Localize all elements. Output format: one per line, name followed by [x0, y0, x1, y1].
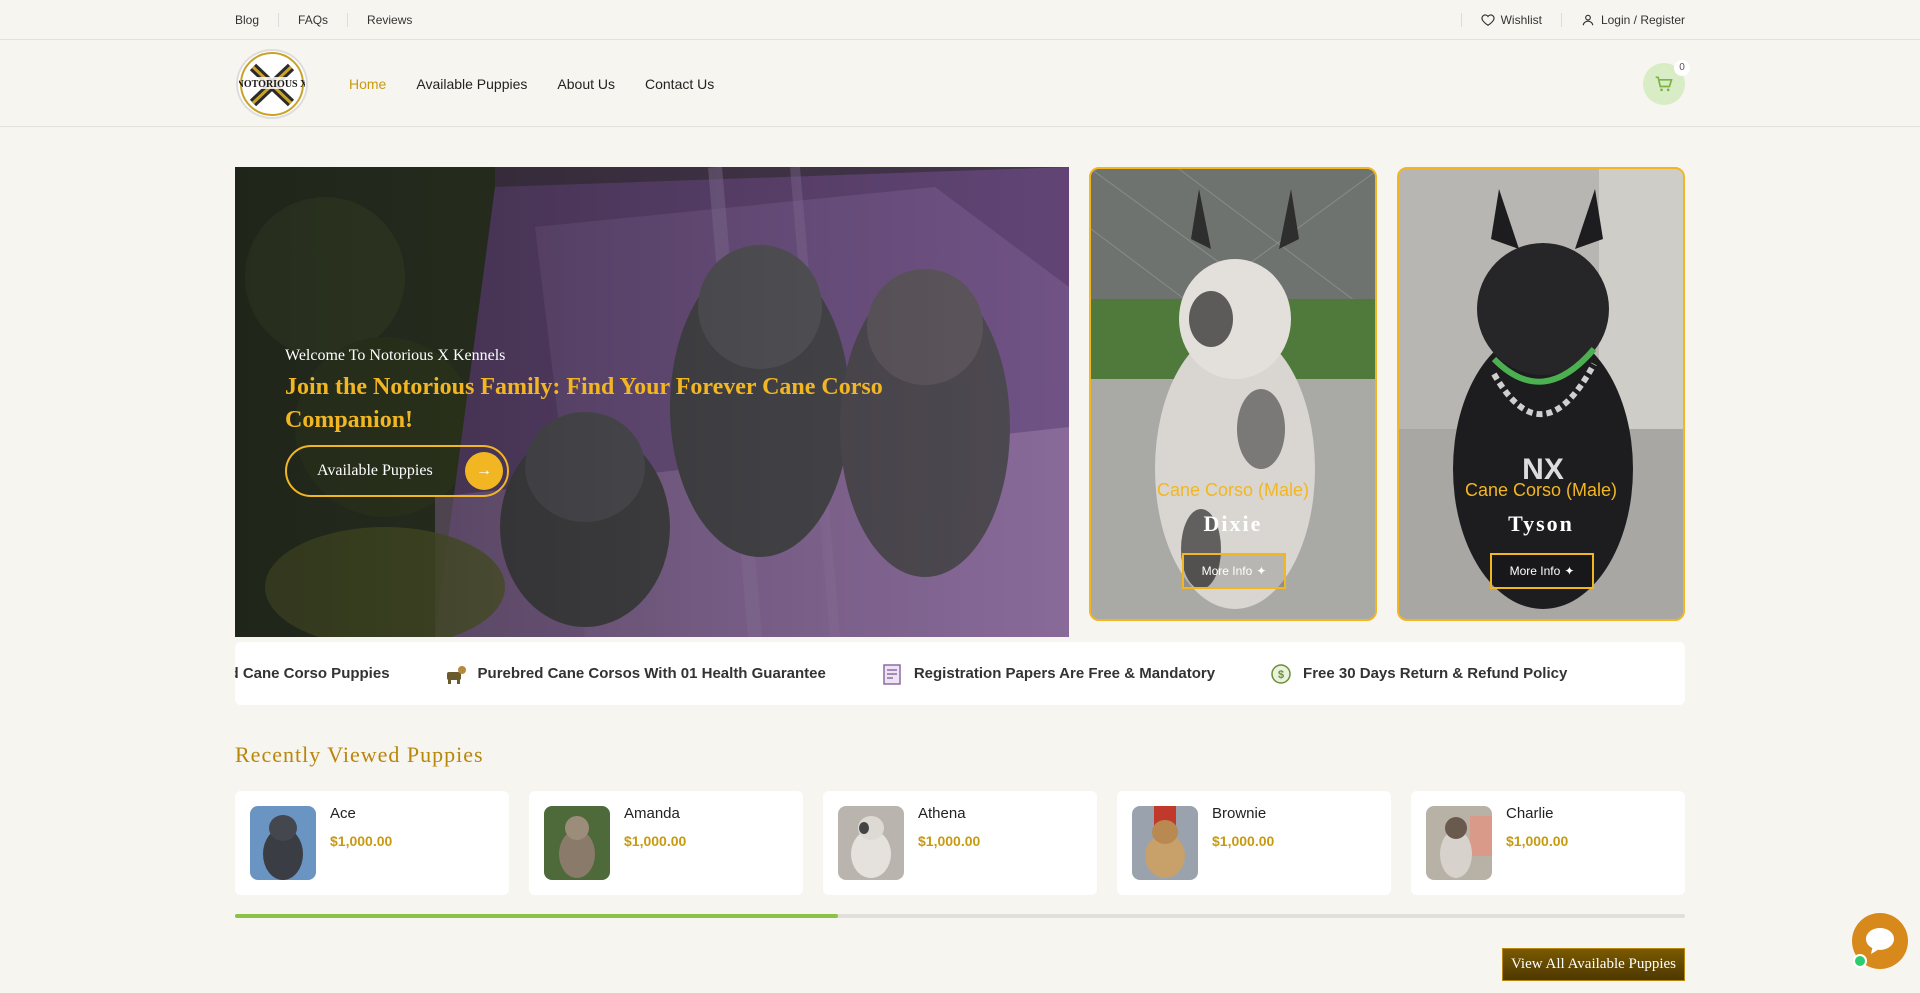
- top-links: Blog FAQs Reviews: [235, 0, 431, 40]
- hero-welcome: Welcome To Notorious X Kennels: [285, 347, 506, 364]
- puppy-thumbnail: [544, 806, 610, 880]
- puppy-thumbnail: [250, 806, 316, 880]
- recent-puppy-card[interactable]: Ace $1,000.00: [235, 791, 509, 895]
- puppy-price: $1,000.00: [1506, 833, 1569, 849]
- recent-puppy-card[interactable]: Athena $1,000.00: [823, 791, 1097, 895]
- puppy-name: Amanda: [624, 805, 680, 822]
- tyson-breed: Cane Corso (Male): [1464, 480, 1618, 500]
- dog-icon: [446, 665, 466, 684]
- feature-item: ned Cane Corso Puppies: [235, 665, 390, 682]
- site-logo[interactable]: NOTORIOUS X: [236, 49, 308, 119]
- scrollbar-fill[interactable]: [235, 914, 839, 918]
- dixie-more-info-label: More Info: [1201, 564, 1253, 578]
- top-bar: Blog FAQs Reviews Wishlist Login / Regis…: [0, 0, 1920, 40]
- hero-headline: Join the Notorious Family: Find Your For…: [285, 374, 883, 433]
- nav-contact-us[interactable]: Contact Us: [645, 76, 714, 92]
- nav-about-us[interactable]: About Us: [557, 76, 615, 92]
- dixie-more-info-button[interactable]: More Info ✦: [1182, 553, 1286, 589]
- puppy-thumbnail: [838, 806, 904, 880]
- recent-puppy-card[interactable]: Brownie $1,000.00: [1117, 791, 1391, 895]
- main-nav: Home Available Puppies About Us Contact …: [349, 41, 714, 127]
- feature-item: $ Free 30 Days Return & Refund Policy: [1269, 662, 1567, 686]
- user-icon: [1582, 14, 1594, 26]
- paw-icon: ✦: [1564, 564, 1575, 578]
- wishlist-link[interactable]: Wishlist: [1460, 13, 1542, 27]
- hero-available-puppies-button[interactable]: Available Puppies →: [285, 445, 509, 497]
- hero-banner: Welcome To Notorious X Kennels Join the …: [235, 167, 1069, 637]
- dixie-breed: Cane Corso (Male): [1156, 480, 1310, 500]
- logo-text: NOTORIOUS X: [239, 79, 305, 90]
- certificate-icon: [883, 663, 901, 685]
- tyson-more-info-button[interactable]: More Info ✦: [1490, 553, 1594, 589]
- featured-card-dixie[interactable]: Cane Corso (Male) Dixie More Info ✦: [1089, 167, 1377, 621]
- feature-text: Registration Papers Are Free & Mandatory: [913, 665, 1216, 682]
- account-links: Wishlist Login / Register: [1460, 0, 1685, 40]
- nav-home[interactable]: Home: [349, 76, 386, 92]
- recently-viewed-scrollbar[interactable]: [235, 914, 1685, 918]
- login-label: Login / Register: [1600, 13, 1685, 27]
- features-track: ned Cane Corso Puppies Purebred Cane Cor…: [235, 642, 1621, 705]
- feature-text: Purebred Cane Corsos With 01 Health Guar…: [477, 665, 826, 682]
- recent-puppy-card[interactable]: Amanda $1,000.00: [529, 791, 803, 895]
- main-header: NOTORIOUS X Home Available Puppies About…: [0, 41, 1920, 127]
- view-all-puppies-button[interactable]: View All Available Puppies: [1502, 948, 1685, 981]
- dixie-name: Dixie: [1203, 511, 1263, 536]
- wishlist-label: Wishlist: [1500, 13, 1542, 27]
- faqs-link[interactable]: FAQs: [278, 13, 347, 27]
- puppy-price: $1,000.00: [918, 833, 981, 849]
- recently-viewed-title: Recently Viewed Puppies: [235, 742, 484, 767]
- feature-text: ned Cane Corso Puppies: [235, 665, 390, 682]
- heart-icon: [1481, 14, 1495, 26]
- chat-bubble-icon: [1866, 928, 1894, 954]
- puppy-name: Brownie: [1212, 805, 1267, 822]
- hero-cta-label: Available Puppies: [317, 462, 433, 479]
- cart-icon: [1655, 76, 1673, 92]
- online-status-dot: [1853, 954, 1867, 968]
- puppy-name: Charlie: [1506, 805, 1554, 822]
- paw-icon: ✦: [1256, 564, 1267, 578]
- logo-emblem: NOTORIOUS X: [239, 52, 305, 116]
- tyson-more-info-label: More Info: [1509, 564, 1561, 578]
- featured-card-tyson[interactable]: NX Cane Corso (Male) Tyson More Info ✦: [1397, 167, 1685, 621]
- arrow-right-icon: →: [465, 452, 503, 490]
- nav-available-puppies[interactable]: Available Puppies: [416, 76, 527, 92]
- puppy-price: $1,000.00: [624, 833, 687, 849]
- blog-link[interactable]: Blog: [235, 13, 278, 27]
- feature-item: Purebred Cane Corsos With 01 Health Guar…: [444, 662, 826, 686]
- features-strip: ned Cane Corso Puppies Purebred Cane Cor…: [235, 642, 1685, 705]
- puppy-name: Athena: [918, 805, 966, 822]
- reviews-link[interactable]: Reviews: [347, 13, 431, 27]
- puppy-thumbnail: [1426, 806, 1492, 880]
- feature-text: Free 30 Days Return & Refund Policy: [1303, 665, 1568, 682]
- puppy-price: $1,000.00: [1212, 833, 1275, 849]
- puppy-price: $1,000.00: [330, 833, 393, 849]
- puppy-thumbnail: [1132, 806, 1198, 880]
- refund-icon: $: [1271, 663, 1291, 684]
- recent-puppy-card[interactable]: Charlie $1,000.00: [1411, 791, 1685, 895]
- tyson-name: Tyson: [1508, 511, 1574, 536]
- feature-item: Registration Papers Are Free & Mandatory: [880, 662, 1215, 686]
- login-register-link[interactable]: Login / Register: [1560, 13, 1685, 27]
- svg-text:$: $: [1278, 669, 1284, 681]
- puppy-name: Ace: [330, 805, 356, 822]
- cart-count-badge: 0: [1674, 60, 1690, 76]
